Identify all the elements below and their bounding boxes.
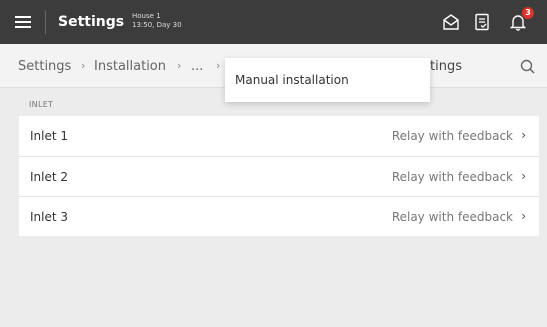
breadcrumb-item-installation[interactable]: Installation <box>94 59 166 74</box>
list-item-name: Inlet 3 <box>30 210 69 224</box>
breadcrumb-item-current: tings <box>430 59 462 74</box>
bell-icon[interactable]: 3 <box>508 7 534 34</box>
breadcrumb-separator: › <box>216 59 221 72</box>
list-item-inlet-3[interactable]: Inlet 3 Relay with feedback › <box>19 196 539 236</box>
search-icon[interactable] <box>519 58 537 76</box>
topbar-divider <box>45 10 46 34</box>
house-name: House 1 <box>132 12 161 20</box>
page-title: Settings <box>58 14 125 30</box>
breadcrumb-separator: › <box>177 59 182 72</box>
chevron-right-icon: › <box>521 209 526 223</box>
document-list-icon[interactable] <box>472 12 494 34</box>
section-label: INLET <box>29 100 54 109</box>
breadcrumb-item-more[interactable]: ... <box>191 59 203 74</box>
inlet-list: Inlet 1 Relay with feedback › Inlet 2 Re… <box>19 116 539 236</box>
list-item-inlet-1[interactable]: Inlet 1 Relay with feedback › <box>19 116 539 156</box>
breadcrumb-dropdown: Manual installation <box>225 58 430 102</box>
breadcrumb-separator: › <box>81 59 86 72</box>
list-item-name: Inlet 1 <box>30 129 69 143</box>
list-item-value: Relay with feedback <box>391 170 513 184</box>
breadcrumb-item-settings[interactable]: Settings <box>18 59 71 74</box>
notification-badge: 3 <box>522 7 534 19</box>
hamburger-icon[interactable] <box>13 13 33 31</box>
list-item-value: Relay with feedback <box>391 129 513 143</box>
top-bar: Settings House 1 13:50, Day 30 3 <box>0 0 547 44</box>
house-info: House 1 13:50, Day 30 <box>132 12 182 30</box>
list-item-inlet-2[interactable]: Inlet 2 Relay with feedback › <box>19 156 539 196</box>
list-item-value: Relay with feedback <box>391 210 513 224</box>
list-item-name: Inlet 2 <box>30 170 69 184</box>
envelope-open-icon[interactable] <box>441 12 463 34</box>
dropdown-item-manual-installation[interactable]: Manual installation <box>235 73 349 87</box>
chevron-right-icon: › <box>521 128 526 142</box>
house-time: 13:50, Day 30 <box>132 21 182 29</box>
chevron-right-icon: › <box>521 169 526 183</box>
